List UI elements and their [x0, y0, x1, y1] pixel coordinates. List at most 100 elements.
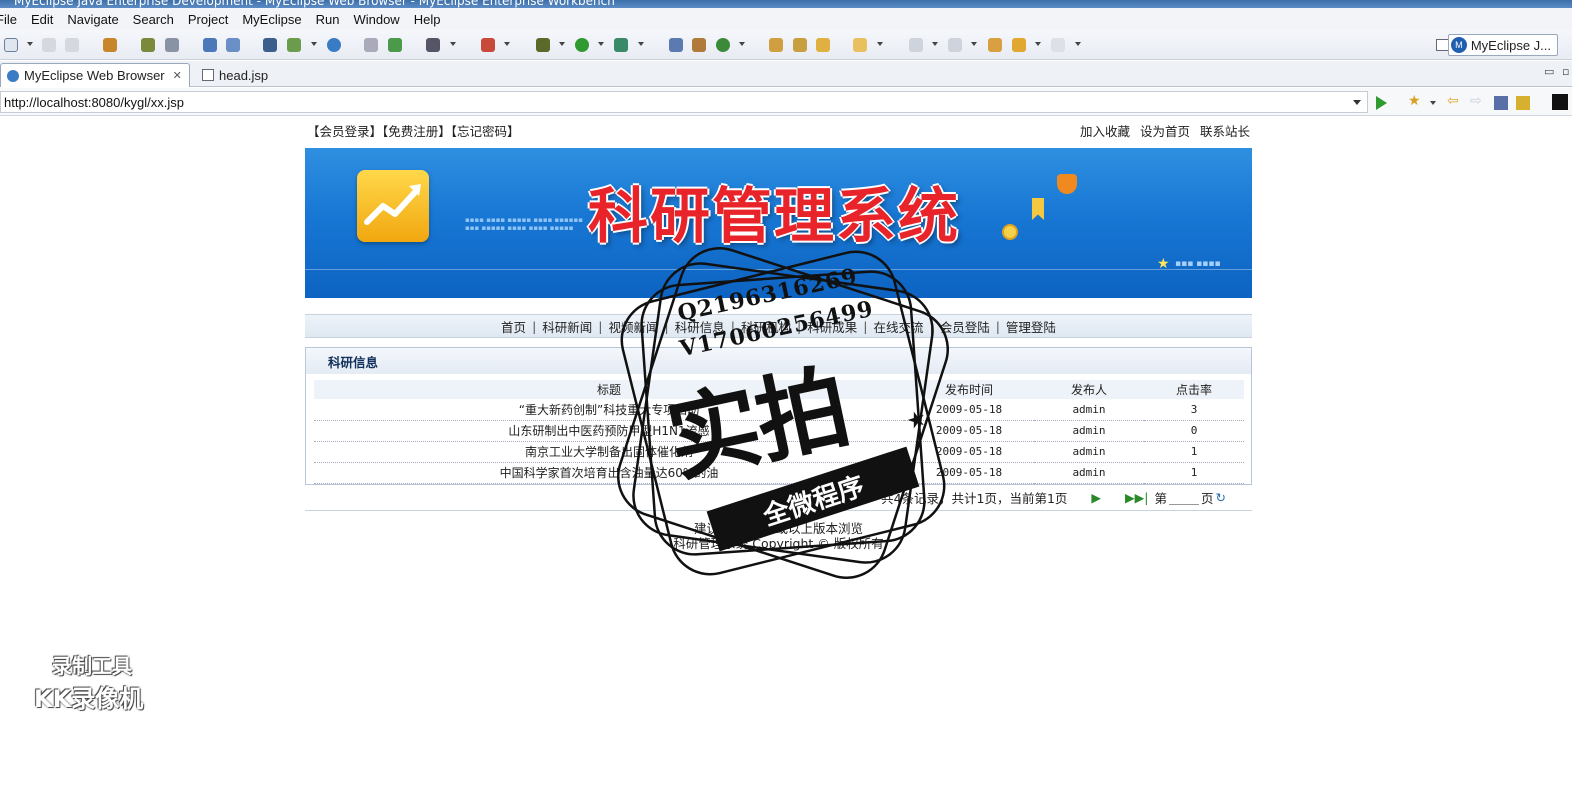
col-date: 发布时间	[904, 380, 1034, 399]
myeclipse-icon: M	[1450, 37, 1467, 53]
menu-project[interactable]: Project	[188, 12, 236, 27]
new-class-icon[interactable]	[716, 38, 730, 52]
perspective-label: MyEclipse J...	[1470, 37, 1551, 53]
row-author: admin	[1034, 462, 1144, 484]
row-author: admin	[1034, 420, 1144, 442]
pager-summary: 共4条记录，共计1页，当前第1页	[881, 490, 1068, 506]
menu-myeclipse[interactable]: MyEclipse	[242, 12, 309, 27]
site-links: 加入收藏 设为首页 联系站长	[1074, 121, 1250, 140]
open-type-dropdown-icon[interactable]	[311, 42, 317, 46]
minimize-icon[interactable]: ▭	[1544, 65, 1554, 78]
print-icon[interactable]	[65, 38, 79, 52]
menu-file[interactable]: File	[0, 12, 25, 27]
stop-icon[interactable]	[1494, 96, 1508, 110]
url-field[interactable]	[0, 91, 1368, 113]
hierarchy-icon[interactable]	[263, 38, 277, 52]
prev-annotation-icon[interactable]	[948, 38, 962, 52]
menu-help[interactable]: Help	[414, 12, 449, 27]
menu-navigate[interactable]: Navigate	[67, 12, 126, 27]
run-dropdown-icon[interactable]	[598, 42, 604, 46]
prev-annotation-dropdown-icon[interactable]	[971, 42, 977, 46]
browser-refresh-icon[interactable]	[1516, 96, 1530, 110]
back-dropdown-icon[interactable]	[1035, 42, 1041, 46]
view-icon[interactable]	[1552, 94, 1568, 110]
url-input[interactable]	[1, 92, 1341, 112]
refresh-icon[interactable]	[388, 38, 402, 52]
save-icon[interactable]	[42, 38, 56, 52]
nav-research-news[interactable]: 科研新闻	[536, 317, 598, 336]
forward-dropdown-icon[interactable]	[1075, 42, 1081, 46]
banner-english-text: ▪▪▪ ▪▪▪▪	[1175, 259, 1221, 269]
menu-search[interactable]: Search	[133, 12, 182, 27]
url-history-dropdown-icon[interactable]	[1353, 100, 1361, 105]
build-icon[interactable]	[364, 38, 378, 52]
screenshot-icon[interactable]	[426, 38, 440, 52]
debug-dropdown-icon[interactable]	[559, 42, 565, 46]
new-java-project-icon[interactable]	[669, 38, 683, 52]
set-homepage-link[interactable]: 设为首页	[1140, 124, 1190, 139]
screenshot-dropdown-icon[interactable]	[450, 42, 456, 46]
menu-run[interactable]: Run	[316, 12, 348, 27]
back-icon[interactable]	[1012, 38, 1026, 52]
free-register-link[interactable]: 【免费注册】	[382, 124, 451, 139]
page-number-input[interactable]	[1169, 489, 1199, 505]
folder-icon[interactable]	[816, 38, 830, 52]
menu-window[interactable]: Window	[353, 12, 407, 27]
debug-icon[interactable]	[141, 38, 155, 52]
nav-admin-login[interactable]: 管理登陆	[1000, 317, 1062, 336]
member-login-link[interactable]: 【会员登录】	[307, 124, 382, 139]
favorites-icon[interactable]: ★	[1408, 93, 1422, 109]
new-dropdown-icon[interactable]	[27, 42, 33, 46]
server-icon[interactable]	[165, 38, 179, 52]
favorites-dropdown-icon[interactable]	[1430, 101, 1436, 105]
forgot-password-link[interactable]: 【忘记密码】	[451, 124, 520, 139]
recorder-line2: KK录像机	[34, 685, 144, 713]
go-page-icon[interactable]: ↻	[1216, 490, 1226, 505]
forward-icon[interactable]	[1051, 38, 1065, 52]
external-tools-dropdown-icon[interactable]	[638, 42, 644, 46]
menu-edit[interactable]: Edit	[31, 12, 61, 27]
maximize-icon[interactable]: ▫	[1562, 65, 1569, 78]
perspective-button[interactable]: M MyEclipse J...	[1447, 34, 1558, 56]
next-annotation-icon[interactable]	[909, 38, 923, 52]
new-class-dropdown-icon[interactable]	[739, 42, 745, 46]
nav-home[interactable]: 首页	[495, 317, 532, 336]
next-page-icon[interactable]: ▶	[1091, 490, 1101, 505]
new-package-icon[interactable]	[692, 38, 706, 52]
next-annotation-dropdown-icon[interactable]	[932, 42, 938, 46]
new-wizard-dropdown-icon[interactable]	[504, 42, 510, 46]
run-icon[interactable]	[575, 38, 589, 52]
package-icon[interactable]	[103, 38, 117, 52]
search-folder-dropdown-icon[interactable]	[877, 42, 883, 46]
new-wizard-icon[interactable]	[481, 38, 495, 52]
row-date: 2009-05-18	[904, 462, 1034, 484]
open-folder-icon[interactable]	[769, 38, 783, 52]
tab-web-browser[interactable]: MyEclipse Web Browser ✕	[0, 63, 190, 87]
open-type-icon[interactable]	[287, 38, 301, 52]
row-clicks: 1	[1144, 441, 1244, 463]
go-icon[interactable]	[1376, 96, 1387, 110]
site-title: 科研管理系统	[588, 182, 960, 252]
browser-back-icon[interactable]: ⇦	[1447, 93, 1461, 109]
nav-video-news[interactable]: 视频新闻	[603, 317, 665, 336]
contact-link[interactable]: 联系站长	[1200, 124, 1250, 139]
recorder-watermark: 录制工具 KK录像机	[34, 650, 143, 714]
nav-member-login[interactable]: 会员登陆	[934, 317, 996, 336]
deploy-icon[interactable]	[203, 38, 217, 52]
globe-icon[interactable]	[327, 38, 341, 52]
row-clicks: 0	[1144, 420, 1244, 442]
search-folder-icon[interactable]	[853, 38, 867, 52]
bug-icon[interactable]	[536, 38, 550, 52]
last-edit-icon[interactable]	[988, 38, 1002, 52]
browser-forward-icon[interactable]: ⇨	[1470, 93, 1484, 109]
pen-icon[interactable]	[793, 38, 807, 52]
last-page-icon[interactable]: ▶▶|	[1125, 490, 1148, 505]
new-icon[interactable]	[4, 38, 18, 52]
copyright: 科研管理系统 Copyright © 版权所有	[673, 535, 884, 551]
close-icon[interactable]: ✕	[173, 69, 182, 82]
nav-online-chat[interactable]: 在线交流	[867, 317, 929, 336]
undeploy-icon[interactable]	[226, 38, 240, 52]
tab-head-jsp[interactable]: head.jsp	[196, 63, 296, 87]
add-favorite-link[interactable]: 加入收藏	[1080, 124, 1130, 139]
external-tools-icon[interactable]	[614, 38, 628, 52]
